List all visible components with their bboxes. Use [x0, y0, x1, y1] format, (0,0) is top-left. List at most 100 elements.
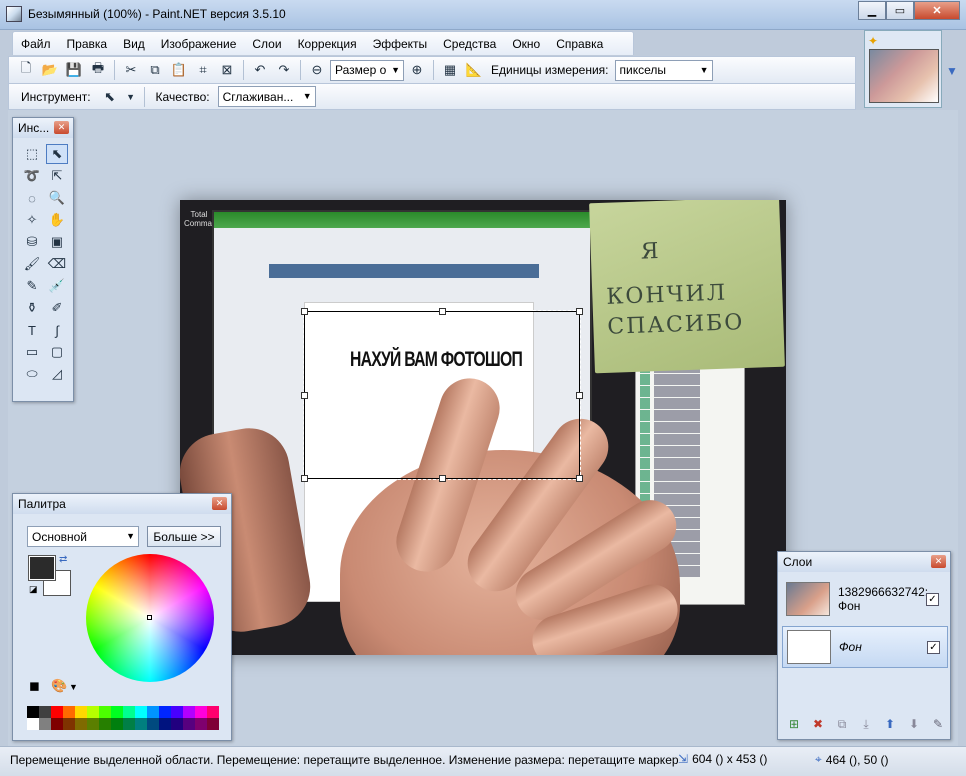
reset-colors-icon[interactable]: ◪ — [29, 584, 38, 595]
menu-file[interactable]: Файл — [13, 37, 59, 51]
palette-swatch[interactable] — [171, 706, 183, 718]
layers-panel-header[interactable]: Слои ✕ — [778, 552, 950, 572]
units-combo[interactable]: пикселы ▼ — [614, 59, 713, 81]
selection-rectangle[interactable] — [301, 308, 583, 482]
zoom-icon[interactable]: 🔍 — [46, 188, 68, 208]
menu-effects[interactable]: Эффекты — [365, 37, 436, 51]
menu-adjustments[interactable]: Коррекция — [290, 37, 365, 51]
add-layer-icon[interactable]: ⊞ — [784, 715, 804, 733]
new-file-icon[interactable]: 🗋 — [15, 59, 37, 81]
freeform-shape-icon[interactable]: ◿ — [46, 364, 68, 384]
duplicate-layer-icon[interactable]: ⧉ — [832, 715, 852, 733]
palette-panel-header[interactable]: Палитра ✕ — [13, 494, 231, 514]
move-selected-icon[interactable]: ⇱ — [46, 166, 68, 186]
palette-swatch[interactable] — [147, 718, 159, 730]
palette-swatch[interactable] — [159, 718, 171, 730]
layer-row[interactable]: Фон ✓ — [782, 626, 948, 668]
palette-swatch[interactable] — [39, 706, 51, 718]
palette-swatch[interactable] — [183, 718, 195, 730]
lasso-icon[interactable]: ➰ — [21, 166, 43, 186]
palette-swatch[interactable] — [195, 718, 207, 730]
chevron-down-icon[interactable]: ▼ — [125, 86, 137, 108]
resize-handle[interactable] — [439, 308, 446, 315]
tools-panel-header[interactable]: Инс... ✕ — [13, 118, 73, 138]
chevron-down-icon[interactable]: ▼ — [69, 682, 78, 692]
move-selection-tool-icon[interactable]: ⬉ — [99, 86, 121, 108]
more-button[interactable]: Больше >> — [147, 526, 221, 547]
eraser-icon[interactable]: ⌫ — [46, 254, 68, 274]
menu-layers[interactable]: Слои — [244, 37, 289, 51]
zoom-combo[interactable]: Размер о ▼ — [330, 59, 404, 81]
ellipse-select-icon[interactable]: ◌ — [21, 188, 43, 208]
palette-mode-combo[interactable]: Основной ▼ — [27, 526, 139, 547]
image-list-dropdown-icon[interactable]: ▼ — [946, 64, 958, 78]
palette-swatch[interactable] — [183, 706, 195, 718]
palette-swatch[interactable] — [39, 718, 51, 730]
menu-edit[interactable]: Правка — [59, 37, 116, 51]
close-icon[interactable]: ✕ — [54, 121, 69, 134]
move-layer-down-icon[interactable]: ⬇ — [904, 715, 924, 733]
palette-swatch[interactable] — [75, 718, 87, 730]
palette-swatch[interactable] — [75, 706, 87, 718]
close-icon[interactable]: ✕ — [931, 555, 946, 568]
merge-layer-down-icon[interactable]: ⤓ — [856, 715, 876, 733]
layer-row[interactable]: 1382966632742: Фон ✓ — [782, 578, 948, 620]
cut-icon[interactable]: ✂ — [120, 59, 142, 81]
palette-swatch[interactable] — [111, 706, 123, 718]
palette-swatch[interactable] — [135, 718, 147, 730]
palette-swatch[interactable] — [111, 718, 123, 730]
rounded-rectangle-icon[interactable]: ▢ — [46, 342, 68, 362]
palette-swatch[interactable] — [51, 706, 63, 718]
print-icon[interactable]: 🖶 — [87, 59, 109, 81]
rectangle-icon[interactable]: ▭ — [21, 342, 43, 362]
magic-wand-icon[interactable]: ✧ — [21, 210, 43, 230]
menu-view[interactable]: Вид — [115, 37, 153, 51]
palette-swatch[interactable] — [207, 706, 219, 718]
palette-swatch[interactable] — [123, 718, 135, 730]
layer-visibility-checkbox[interactable]: ✓ — [926, 592, 939, 606]
delete-layer-icon[interactable]: ✖ — [808, 715, 828, 733]
clone-stamp-icon[interactable]: ⚱ — [21, 298, 43, 318]
close-icon[interactable]: ✕ — [212, 497, 227, 510]
color-picker-icon[interactable]: 💉 — [46, 276, 68, 296]
save-icon[interactable]: 💾 — [63, 59, 85, 81]
pan-icon[interactable]: ✋ — [46, 210, 68, 230]
layer-visibility-checkbox[interactable]: ✓ — [927, 640, 940, 654]
zoom-out-icon[interactable]: ⊖ — [306, 59, 328, 81]
resize-handle[interactable] — [576, 308, 583, 315]
resize-handle[interactable] — [576, 392, 583, 399]
rulers-icon[interactable]: 📐 — [463, 59, 485, 81]
palette-swatch[interactable] — [63, 718, 75, 730]
palette-swatch[interactable] — [87, 718, 99, 730]
palette-swatch[interactable] — [159, 706, 171, 718]
swap-colors-icon[interactable]: ⇄ — [59, 554, 67, 565]
gradient-icon[interactable]: ▣ — [46, 232, 68, 252]
rectangle-select-icon[interactable]: ⬚ — [21, 144, 43, 164]
palette-swatch[interactable] — [135, 706, 147, 718]
menu-help[interactable]: Справка — [548, 37, 611, 51]
minimize-button[interactable]: ▁ — [858, 1, 886, 20]
color-wheel-marker[interactable] — [147, 615, 152, 620]
grid-icon[interactable]: ▦ — [439, 59, 461, 81]
image-tab-thumbnail[interactable]: ✦ — [864, 30, 942, 108]
palette-swatch[interactable] — [207, 718, 219, 730]
open-file-icon[interactable]: 📂 — [39, 59, 61, 81]
text-icon[interactable]: T — [21, 320, 43, 340]
close-button[interactable]: ✕ — [914, 1, 960, 20]
palette-swatch[interactable] — [99, 718, 111, 730]
ellipse-icon[interactable]: ⬭ — [21, 364, 43, 384]
palette-swatch[interactable] — [171, 718, 183, 730]
palette-swatch[interactable] — [123, 706, 135, 718]
copy-icon[interactable]: ⧉ — [144, 59, 166, 81]
primary-color-swatch[interactable] — [28, 555, 56, 581]
paintbrush-icon[interactable]: 🖌 — [21, 254, 43, 274]
recolor-icon[interactable]: ✐ — [46, 298, 68, 318]
resize-handle[interactable] — [301, 475, 308, 482]
palette-swatch[interactable] — [27, 718, 39, 730]
palette-swatch[interactable] — [195, 706, 207, 718]
resize-handle[interactable] — [576, 475, 583, 482]
add-color-icon[interactable]: ◼ — [29, 678, 40, 694]
palette-swatches[interactable] — [27, 706, 219, 730]
move-selection-icon[interactable]: ⬉ — [46, 144, 68, 164]
palette-swatch[interactable] — [27, 706, 39, 718]
